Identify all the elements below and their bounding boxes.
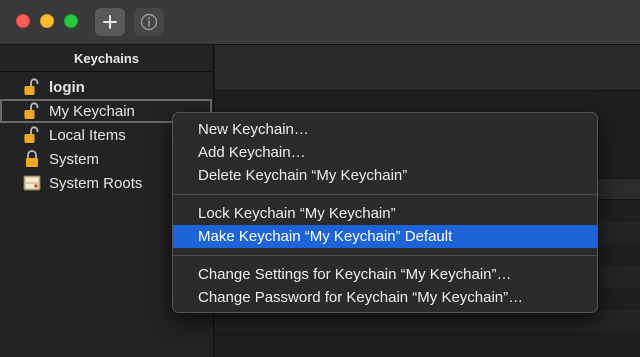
sidebar-item-label: Local Items	[49, 126, 126, 144]
info-icon	[140, 13, 158, 31]
keychain-context-menu: New Keychain… Add Keychain… Delete Keych…	[172, 112, 598, 313]
sidebar-item-label: System Roots	[49, 174, 143, 192]
menu-item-make-default[interactable]: Make Keychain “My Keychain” Default	[173, 225, 597, 248]
zoom-window-button[interactable]	[64, 14, 78, 28]
menu-item-change-password[interactable]: Change Password for Keychain “My Keychai…	[173, 286, 597, 309]
table-row	[215, 310, 640, 332]
menu-item-lock-keychain[interactable]: Lock Keychain “My Keychain”	[173, 202, 597, 225]
unlocked-padlock-icon	[24, 126, 39, 143]
unlocked-padlock-icon	[24, 78, 39, 95]
menu-item-change-settings[interactable]: Change Settings for Keychain “My Keychai…	[173, 263, 597, 286]
sidebar-item-label: My Keychain	[49, 102, 135, 120]
menu-item-new-keychain[interactable]: New Keychain…	[173, 118, 597, 141]
close-window-button[interactable]	[16, 14, 30, 28]
unlocked-padlock-icon	[24, 102, 39, 119]
menu-item-delete-keychain[interactable]: Delete Keychain “My Keychain”	[173, 164, 597, 187]
sidebar-item-label: login	[49, 78, 85, 96]
sidebar-header: Keychains	[0, 45, 213, 72]
add-button[interactable]	[95, 8, 125, 36]
plus-icon	[103, 15, 117, 29]
menu-item-add-keychain[interactable]: Add Keychain…	[173, 141, 597, 164]
menu-separator	[173, 255, 597, 256]
certificate-cabinet-icon	[23, 175, 41, 191]
locked-padlock-icon	[26, 150, 38, 167]
info-button[interactable]	[134, 8, 164, 36]
item-summary-area	[215, 45, 640, 91]
menu-separator	[173, 194, 597, 195]
minimize-window-button[interactable]	[40, 14, 54, 28]
window-titlebar	[0, 0, 640, 45]
sidebar-item-login[interactable]: login	[0, 75, 212, 99]
sidebar-item-label: System	[49, 150, 100, 168]
